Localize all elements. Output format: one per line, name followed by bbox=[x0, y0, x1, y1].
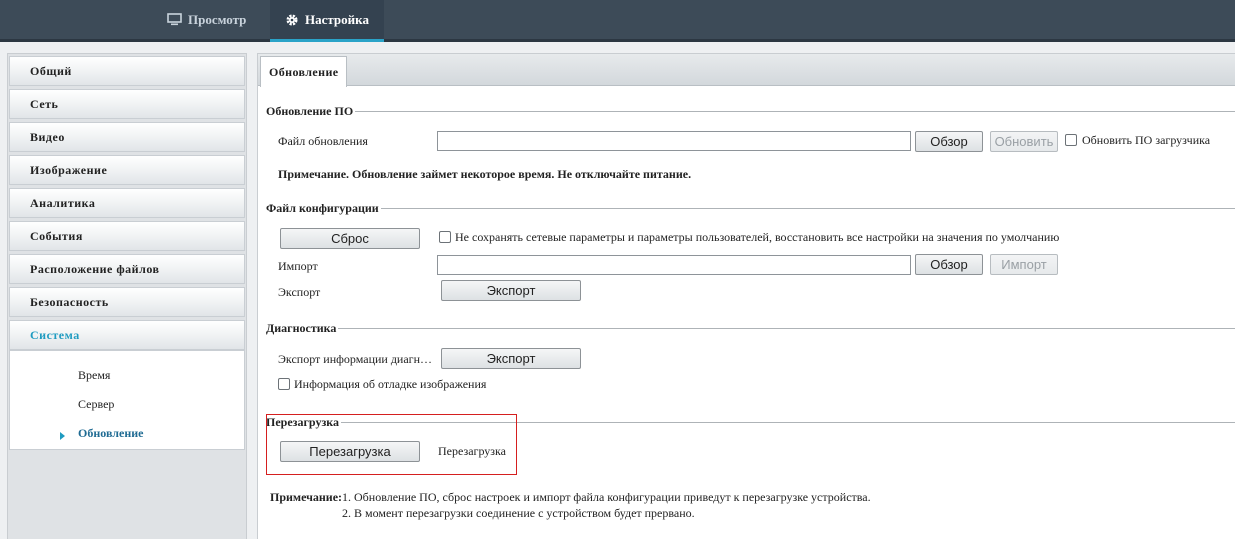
diagnostics-legend: Диагностика bbox=[266, 321, 337, 335]
main-panel: Обновление Обновление ПО Файл обновления… bbox=[257, 53, 1235, 539]
sidebar-item-image[interactable]: Изображение bbox=[9, 155, 245, 185]
sidebar-item-label: Безопасность bbox=[30, 294, 109, 309]
nav-view-label: Просмотр bbox=[188, 11, 247, 27]
import-browse-button[interactable]: Обзор bbox=[915, 254, 983, 275]
config-legend: Файл конфигурации bbox=[266, 201, 379, 215]
monitor-icon bbox=[167, 13, 182, 26]
firmware-legend: Обновление ПО bbox=[266, 104, 354, 118]
sidebar: Общий Сеть Видео Изображение Аналитика С… bbox=[7, 53, 247, 539]
sidebar-item-system[interactable]: Система bbox=[9, 320, 245, 350]
reboot-highlight-box bbox=[266, 414, 517, 475]
config-group: Файл конфигурации bbox=[266, 201, 1235, 301]
tab-bar: Обновление bbox=[258, 54, 1235, 87]
sidebar-item-label: Общий bbox=[30, 63, 72, 78]
export-label: Экспорт bbox=[278, 285, 321, 299]
firmware-note: Примечание. Обновление займет некоторое … bbox=[278, 167, 692, 181]
sidebar-item-label: События bbox=[30, 228, 83, 243]
submenu-item-server[interactable]: Сервер bbox=[78, 397, 114, 412]
footer-note-title: Примечание: bbox=[270, 490, 343, 504]
diagnostics-export-button[interactable]: Экспорт bbox=[441, 348, 581, 369]
image-debug-checkbox[interactable] bbox=[278, 378, 290, 390]
sidebar-item-storage[interactable]: Расположение файлов bbox=[9, 254, 245, 284]
sidebar-item-general[interactable]: Общий bbox=[9, 56, 245, 86]
submenu-item-time[interactable]: Время bbox=[78, 368, 110, 383]
sidebar-item-label: Аналитика bbox=[30, 195, 96, 210]
bootloader-label: Обновить ПО загрузчика bbox=[1082, 133, 1211, 147]
import-label: Импорт bbox=[278, 259, 318, 273]
gear-icon bbox=[286, 14, 298, 25]
tab-label: Обновление bbox=[269, 64, 339, 79]
sidebar-item-label: Изображение bbox=[30, 162, 108, 177]
keep-network-label: Не сохранять сетевые параметры и парамет… bbox=[455, 230, 1060, 244]
submenu-item-label: Обновление bbox=[78, 426, 144, 440]
firmware-file-input[interactable] bbox=[437, 131, 911, 151]
active-arrow-icon bbox=[60, 432, 65, 440]
export-config-button[interactable]: Экспорт bbox=[441, 280, 581, 301]
sidebar-item-video[interactable]: Видео bbox=[9, 122, 245, 152]
footer-note-line2: 2. В момент перезагрузки соединение с ус… bbox=[342, 506, 695, 520]
sidebar-item-events[interactable]: События bbox=[9, 221, 245, 251]
sidebar-item-label: Видео bbox=[30, 129, 65, 144]
nav-settings[interactable]: Настройка bbox=[270, 0, 384, 42]
sidebar-item-label: Расположение файлов bbox=[30, 261, 160, 276]
sidebar-item-analytics[interactable]: Аналитика bbox=[9, 188, 245, 218]
footer-note-line1: 1. Обновление ПО, сброс настроек и импор… bbox=[342, 490, 871, 504]
firmware-file-label: Файл обновления bbox=[278, 134, 368, 148]
sidebar-item-label: Система bbox=[30, 327, 80, 342]
reset-button[interactable]: Сброс bbox=[280, 228, 420, 249]
nav-settings-label: Настройка bbox=[305, 11, 369, 27]
sidebar-item-network[interactable]: Сеть bbox=[9, 89, 245, 119]
keep-network-checkbox[interactable] bbox=[439, 231, 451, 243]
firmware-browse-button[interactable]: Обзор bbox=[915, 131, 983, 152]
tab-update[interactable]: Обновление bbox=[260, 56, 348, 87]
firmware-update-button[interactable]: Обновить bbox=[990, 131, 1058, 152]
sidebar-item-security[interactable]: Безопасность bbox=[9, 287, 245, 317]
import-file-input[interactable] bbox=[437, 255, 911, 275]
nav-view[interactable]: Просмотр bbox=[167, 0, 246, 39]
import-button[interactable]: Импорт bbox=[990, 254, 1058, 275]
diagnostics-export-label: Экспорт информации диагн… bbox=[278, 352, 433, 366]
sidebar-item-label: Сеть bbox=[30, 96, 59, 111]
image-debug-label: Информация об отладке изображения bbox=[294, 377, 487, 391]
top-bar: Просмотр Настройка bbox=[0, 0, 1235, 42]
submenu-item-label: Сервер bbox=[78, 397, 115, 411]
submenu-item-label: Время bbox=[78, 368, 111, 382]
submenu-item-update[interactable]: Обновление bbox=[78, 426, 143, 441]
bootloader-checkbox[interactable] bbox=[1065, 134, 1077, 146]
